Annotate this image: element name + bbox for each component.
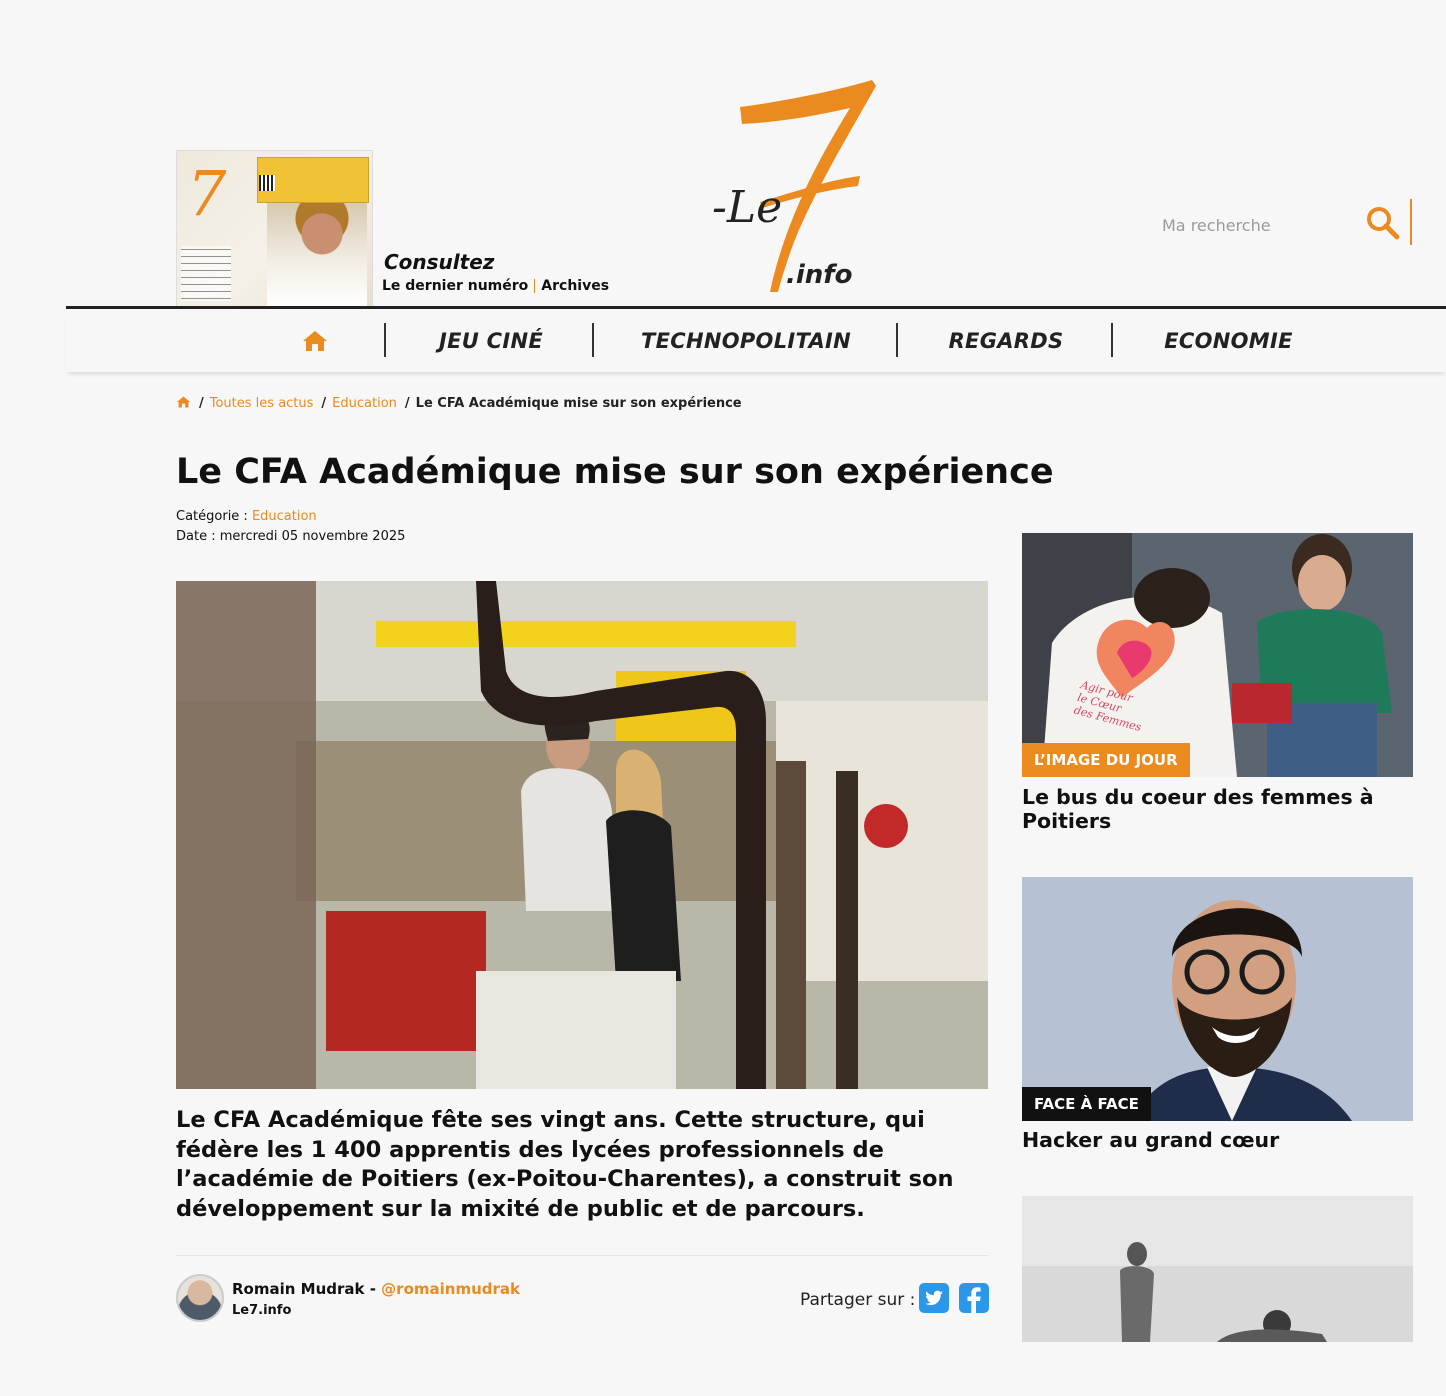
search-input[interactable]	[1160, 209, 1354, 241]
nav-divider	[384, 323, 386, 357]
author-divider	[176, 1255, 988, 1256]
search-area	[1160, 199, 1415, 245]
search-divider	[1410, 199, 1412, 245]
logo-suffix: .info	[786, 260, 852, 290]
latest-issue-link[interactable]: Le dernier numéro	[382, 278, 528, 294]
nav-item-regards[interactable]: REGARDS	[926, 310, 1086, 372]
author-separator: -	[364, 1280, 382, 1298]
author-name: Romain Mudrak	[232, 1280, 365, 1298]
home-icon[interactable]	[176, 396, 191, 408]
sidebar-card-image[interactable]: FACE À FACE	[1022, 877, 1413, 1121]
sidebar-card-image[interactable]	[1022, 1196, 1413, 1342]
twitter-icon	[925, 1290, 943, 1306]
date-label: Date :	[176, 529, 220, 544]
author-site: Le7.info	[232, 1303, 292, 1318]
author-twitter-handle[interactable]: @romainmudrak	[381, 1280, 520, 1298]
sidebar-photo-bw	[1022, 1196, 1413, 1342]
date-value: mercredi 05 novembre 2025	[219, 529, 406, 544]
article-date: Date : mercredi 05 novembre 2025	[176, 529, 405, 544]
nav-item-economie[interactable]: ECONOMIE	[1146, 310, 1311, 372]
breadcrumb-current: Le CFA Académique mise sur son expérienc…	[415, 396, 742, 411]
article-title: Le CFA Académique mise sur son expérienc…	[176, 452, 1054, 492]
search-icon[interactable]	[1365, 205, 1401, 241]
breadcrumb-link-education[interactable]: Education	[332, 396, 397, 411]
main-nav: JEU CINÉ TECHNOPOLITAIN REGARDS ECONOMIE	[66, 310, 1446, 372]
image-of-the-day-badge: L’IMAGE DU JOUR	[1022, 743, 1190, 777]
face-a-face-photo	[1022, 877, 1413, 1121]
face-a-face-badge: FACE À FACE	[1022, 1087, 1151, 1121]
article-category: Catégorie : Education	[176, 509, 317, 524]
breadcrumb-link-all-news[interactable]: Toutes les actus	[210, 396, 314, 411]
share-label: Partager sur :	[800, 1290, 916, 1310]
magazine-links: Le dernier numéro Archives	[382, 278, 609, 294]
sidebar-card-title[interactable]: Le bus du coeur des femmes à Poitiers	[1022, 785, 1413, 833]
author-byline: Romain Mudrak - @romainmudrak	[232, 1280, 520, 1298]
breadcrumb: / Toutes les actus / Education / Le CFA Acadé…	[176, 396, 742, 411]
author-avatar[interactable]	[176, 1274, 224, 1322]
magazine-cta-title: Consultez	[384, 250, 495, 274]
magazine-cover-image[interactable]: 7	[176, 150, 373, 307]
image-of-the-day-photo: Agir pourle Cœurdes Femmes	[1022, 533, 1413, 777]
article-lead: Le CFA Académique fête ses vingt ans. Ce…	[176, 1107, 954, 1222]
facebook-share-button[interactable]	[959, 1283, 989, 1313]
nav-item-technopolitain[interactable]: TECHNOPOLITAIN	[626, 310, 866, 372]
sidebar-card-image[interactable]: Agir pourle Cœurdes Femmes L’IMAGE DU JO…	[1022, 533, 1413, 777]
facebook-icon	[967, 1287, 981, 1313]
nav-divider	[592, 323, 594, 357]
article-image	[176, 581, 988, 1089]
twitter-share-button[interactable]	[919, 1283, 949, 1313]
header-rule	[66, 306, 1446, 309]
site-logo[interactable]: -Le .info	[700, 72, 890, 297]
nav-item-jeu-cine[interactable]: JEU CINÉ	[406, 310, 576, 372]
logo-prefix: -Le	[712, 182, 782, 233]
category-label: Catégorie :	[176, 509, 252, 524]
home-icon[interactable]	[302, 330, 328, 352]
nav-divider	[1111, 323, 1113, 357]
nav-divider	[896, 323, 898, 357]
sidebar-card-title[interactable]: Hacker au grand cœur	[1022, 1128, 1413, 1152]
archives-link[interactable]: Archives	[541, 278, 609, 294]
category-link[interactable]: Education	[252, 509, 317, 524]
